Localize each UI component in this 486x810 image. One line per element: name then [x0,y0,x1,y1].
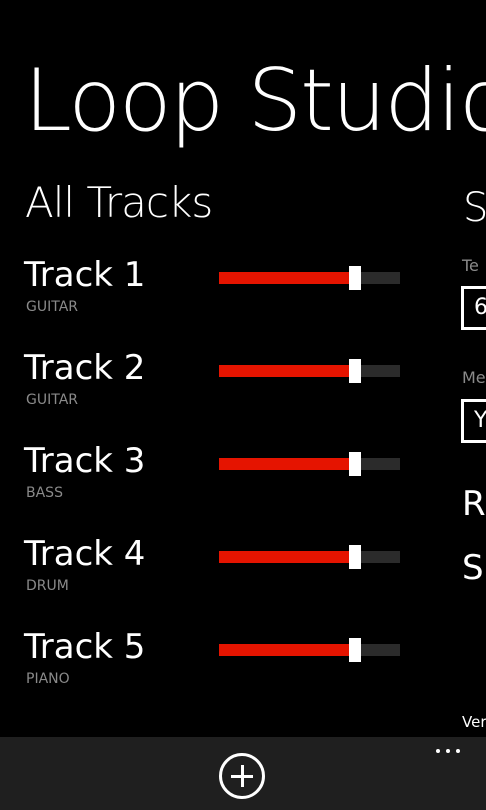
volume-thumb[interactable] [348,266,361,290]
more-ellipsis-icon[interactable] [430,741,470,761]
next-section-item[interactable]: S [462,551,484,585]
volume-fill [219,272,353,284]
field1-label: Te [462,256,479,275]
version-label: Ver [462,713,486,731]
volume-slider[interactable] [219,638,400,662]
track-row[interactable]: Track 3 BASS [0,444,486,537]
app-bar [0,737,486,810]
field2-select[interactable]: Y [461,399,486,443]
track-name: Track 4 [24,534,146,574]
next-section-title: S [463,185,486,231]
volume-thumb[interactable] [348,359,361,383]
field2-label: Me [462,368,486,387]
track-type: DRUM [26,578,69,594]
track-row[interactable]: Track 1 GUITAR [0,258,486,351]
volume-thumb[interactable] [348,638,361,662]
track-type: PIANO [26,671,70,687]
volume-thumb[interactable] [348,545,361,569]
track-name: Track 5 [24,627,146,667]
track-row[interactable]: Track 4 DRUM [0,537,486,630]
track-type: BASS [26,485,63,501]
track-type: GUITAR [26,299,78,315]
track-name: Track 3 [24,441,146,481]
next-section-item[interactable]: R [462,487,486,521]
volume-fill [219,644,353,656]
track-row[interactable]: Track 2 GUITAR [0,351,486,444]
field1-input[interactable]: 6 [461,286,486,330]
track-type: GUITAR [26,392,78,408]
volume-fill [219,458,353,470]
track-name: Track 2 [24,348,146,388]
volume-fill [219,365,353,377]
volume-slider[interactable] [219,545,400,569]
add-circle-icon[interactable] [219,753,265,799]
volume-slider[interactable] [219,266,400,290]
app-title: Loop Studio [24,51,486,151]
section-title: All Tracks [25,178,213,227]
track-name: Track 1 [24,255,146,295]
track-list: Track 1 GUITAR Track 2 GUITAR Track 3 BA… [0,258,486,723]
volume-slider[interactable] [219,452,400,476]
volume-fill [219,551,353,563]
track-row[interactable]: Track 5 PIANO [0,630,486,723]
volume-slider[interactable] [219,359,400,383]
volume-thumb[interactable] [348,452,361,476]
